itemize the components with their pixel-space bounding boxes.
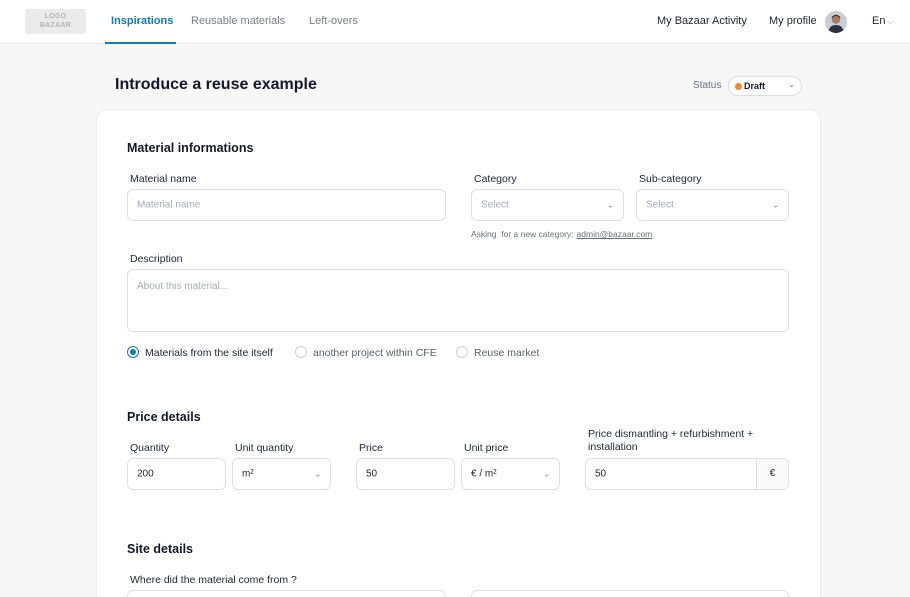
- status-dropdown[interactable]: Draft ⌄: [728, 76, 802, 96]
- unit-quantity-label: Unit quantity: [235, 442, 294, 454]
- active-tab-indicator: [105, 42, 176, 44]
- radio-unchecked-icon: [295, 346, 307, 358]
- material-name-placeholder: Material name: [137, 199, 201, 211]
- origin-option-label: Reuse market: [474, 347, 540, 359]
- price-section-title: Price details: [127, 410, 201, 424]
- dismantling-price-value: 50: [595, 468, 607, 480]
- quantity-input[interactable]: 200: [127, 458, 226, 490]
- category-request-hint: Asking for a new category: admin@bazaar.c…: [471, 229, 652, 239]
- description-placeholder: About this material...: [137, 281, 229, 292]
- origin-option-label: Materials from the site itself: [145, 347, 273, 359]
- subcategory-label: Sub-category: [639, 173, 702, 185]
- origin-option-project[interactable]: another project within CFE: [295, 346, 437, 359]
- top-navigation-bar: LOGO BAZAAR Inspirations Reusable materi…: [0, 0, 910, 44]
- category-select[interactable]: Select ⌄: [471, 189, 624, 221]
- material-origin-input[interactable]: [127, 590, 446, 597]
- price-input[interactable]: 50: [356, 458, 455, 490]
- my-bazaar-activity-link[interactable]: My Bazaar Activity: [657, 15, 747, 27]
- avatar[interactable]: [825, 11, 847, 33]
- origin-option-label: another project within CFE: [313, 347, 437, 359]
- unit-quantity-select[interactable]: m² ⌄: [232, 458, 331, 490]
- material-name-input[interactable]: Material name: [127, 189, 446, 221]
- tab-left-overs[interactable]: Left-overs: [309, 15, 358, 27]
- chevron-down-icon: ⌄: [772, 200, 779, 210]
- language-selector[interactable]: En ⌵: [872, 15, 893, 27]
- origin-option-reuse-market[interactable]: Reuse market: [456, 346, 539, 359]
- unit-price-select[interactable]: € / m² ⌄: [461, 458, 560, 490]
- material-name-label: Material name: [130, 173, 197, 185]
- description-textarea[interactable]: About this material...: [127, 269, 789, 332]
- status-label: Status: [693, 80, 722, 91]
- logo[interactable]: LOGO BAZAAR: [25, 9, 86, 34]
- hint-text: Asking for a new category:: [471, 229, 574, 239]
- page-title: Introduce a reuse example: [115, 76, 317, 93]
- status-dot-icon: [735, 83, 742, 90]
- language-label: En: [872, 15, 886, 27]
- subcategory-select[interactable]: Select ⌄: [636, 189, 789, 221]
- site-section-title: Site details: [127, 542, 193, 556]
- logo-line-2: BAZAAR: [39, 22, 72, 29]
- price-label: Price: [359, 442, 383, 454]
- avatar-image: [825, 11, 847, 33]
- category-placeholder: Select: [481, 199, 509, 211]
- material-origin-question: Where did the material come from ?: [130, 574, 297, 586]
- quantity-label: Quantity: [130, 442, 170, 454]
- chevron-down-icon: ⌄: [543, 469, 550, 479]
- unit-price-label: Unit price: [464, 442, 509, 454]
- unit-price-value: € / m²: [471, 468, 497, 480]
- radio-unchecked-icon: [456, 346, 468, 358]
- logo-line-1: LOGO: [44, 13, 67, 20]
- tab-reusable-materials[interactable]: Reusable materials: [191, 15, 285, 27]
- unit-quantity-value: m²: [242, 468, 254, 480]
- dismantling-price-label-line-1: Price dismantling + refurbishment +: [588, 428, 754, 440]
- origin-option-site[interactable]: Materials from the site itself: [127, 346, 273, 359]
- chevron-down-icon: ⌵: [887, 19, 893, 26]
- dismantling-price-input[interactable]: 50 €: [585, 458, 789, 490]
- quantity-value: 200: [137, 468, 154, 480]
- euro-currency-suffix: €: [756, 459, 788, 489]
- radio-checked-icon: [127, 346, 139, 358]
- admin-email-link[interactable]: admin@bazaar.com: [577, 229, 653, 239]
- tab-inspirations[interactable]: Inspirations: [111, 15, 173, 27]
- material-origin-secondary-input[interactable]: [471, 590, 789, 597]
- price-value: 50: [366, 468, 378, 480]
- status-value: Draft: [744, 81, 766, 91]
- chevron-down-icon: ⌄: [788, 80, 795, 89]
- chevron-down-icon: ⌄: [314, 469, 321, 479]
- material-section-title: Material informations: [127, 141, 254, 155]
- my-profile-link[interactable]: My profile: [769, 15, 817, 27]
- subcategory-placeholder: Select: [646, 199, 674, 211]
- chevron-down-icon: ⌄: [607, 200, 614, 210]
- dismantling-price-label-line-2: installation: [588, 441, 638, 453]
- category-label: Category: [474, 173, 517, 185]
- description-label: Description: [130, 253, 183, 265]
